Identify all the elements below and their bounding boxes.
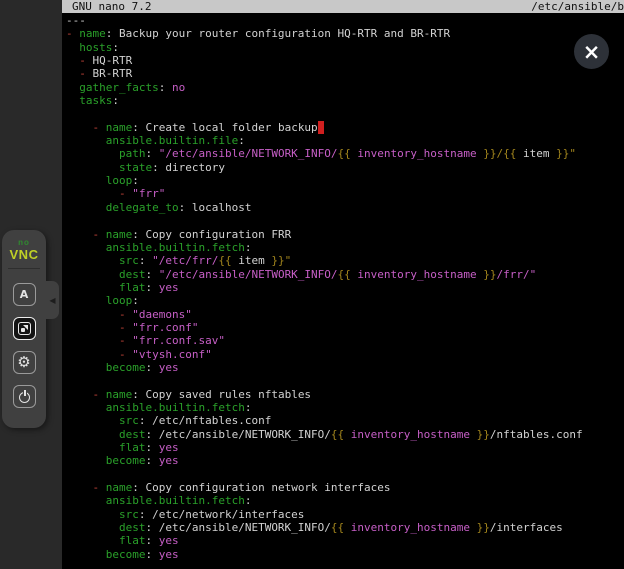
- editor-line: - name: Create local folder backup: [66, 121, 624, 134]
- editor-line: src: /etc/nftables.conf: [66, 414, 624, 427]
- editor-line: flat: yes: [66, 441, 624, 454]
- nano-titlebar: GNU nano 7.2 /etc/ansible/b: [62, 0, 624, 13]
- gear-icon: ⚙: [17, 355, 30, 370]
- extra-keys-button[interactable]: A: [13, 283, 36, 306]
- editor-line: tasks:: [66, 94, 624, 107]
- editor-line: ---: [66, 14, 624, 27]
- editor-line: flat: yes: [66, 534, 624, 547]
- nano-version-label: GNU nano 7.2: [72, 0, 151, 13]
- editor-line: - name: Copy configuration network inter…: [66, 481, 624, 494]
- editor-line: [66, 468, 624, 481]
- editor-line: ansible.builtin.fetch:: [66, 494, 624, 507]
- editor-line: become: yes: [66, 361, 624, 374]
- keyboard-a-icon: A: [20, 288, 29, 301]
- editor-line: gather_facts: no: [66, 81, 624, 94]
- settings-button[interactable]: ⚙: [13, 351, 36, 374]
- editor-line: dest: /etc/ansible/NETWORK_INFO/{{ inven…: [66, 428, 624, 441]
- collapse-arrow-icon: ◀: [49, 296, 55, 305]
- novnc-logo-top: no: [10, 239, 39, 247]
- editor-line: flat: yes: [66, 281, 624, 294]
- vnc-screen[interactable]: GNU nano 7.2 /etc/ansible/b ---- name: B…: [62, 0, 624, 569]
- editor-line: - "daemons": [66, 308, 624, 321]
- vnc-control-panel: no VNC A ⚙: [2, 230, 46, 428]
- editor-line: - "frr": [66, 187, 624, 200]
- editor-line: dest: /etc/ansible/NETWORK_INFO/{{ inven…: [66, 521, 624, 534]
- editor-area[interactable]: ---- name: Backup your router configurat…: [66, 14, 624, 569]
- power-button[interactable]: [13, 385, 36, 408]
- text-cursor: [318, 121, 325, 134]
- editor-line: state: directory: [66, 161, 624, 174]
- fullscreen-button[interactable]: [13, 317, 36, 340]
- editor-line: [66, 374, 624, 387]
- editor-line: - name: Copy saved rules nftables: [66, 388, 624, 401]
- editor-line: - BR-RTR: [66, 67, 624, 80]
- editor-line: ansible.builtin.file:: [66, 134, 624, 147]
- editor-line: - name: Backup your router configuration…: [66, 27, 624, 40]
- editor-line: dest: "/etc/ansible/NETWORK_INFO/{{ inve…: [66, 268, 624, 281]
- editor-line: - name: Copy configuration FRR: [66, 228, 624, 241]
- editor-line: src: "/etc/frr/{{ item }}": [66, 254, 624, 267]
- editor-line: become: yes: [66, 548, 624, 561]
- panel-divider: [8, 268, 40, 269]
- editor-line: ansible.builtin.fetch:: [66, 401, 624, 414]
- editor-line: src: /etc/network/interfaces: [66, 508, 624, 521]
- editor-line: - "vtysh.conf": [66, 348, 624, 361]
- power-icon: [18, 390, 31, 403]
- vnc-sidebar: no VNC A ⚙ ◀: [0, 0, 62, 569]
- editor-line: [66, 214, 624, 227]
- editor-line: become: yes: [66, 454, 624, 467]
- close-button[interactable]: ×: [574, 34, 609, 69]
- editor-line: loop:: [66, 174, 624, 187]
- editor-line: ansible.builtin.fetch:: [66, 241, 624, 254]
- panel-collapse-handle[interactable]: ◀: [46, 281, 59, 319]
- fullscreen-icon: [18, 322, 31, 335]
- close-icon: ×: [583, 40, 601, 64]
- novnc-logo: no VNC: [10, 239, 39, 261]
- editor-line: hosts:: [66, 41, 624, 54]
- editor-line: - "frr.conf.sav": [66, 334, 624, 347]
- editor-line: - HQ-RTR: [66, 54, 624, 67]
- editor-line: - "frr.conf": [66, 321, 624, 334]
- editor-line: delegate_to: localhost: [66, 201, 624, 214]
- editor-line: loop:: [66, 294, 624, 307]
- novnc-logo-bottom: VNC: [10, 248, 39, 261]
- editor-line: path: "/etc/ansible/NETWORK_INFO/{{ inve…: [66, 147, 624, 160]
- nano-filename-label: /etc/ansible/b: [531, 0, 624, 13]
- editor-line: [66, 107, 624, 120]
